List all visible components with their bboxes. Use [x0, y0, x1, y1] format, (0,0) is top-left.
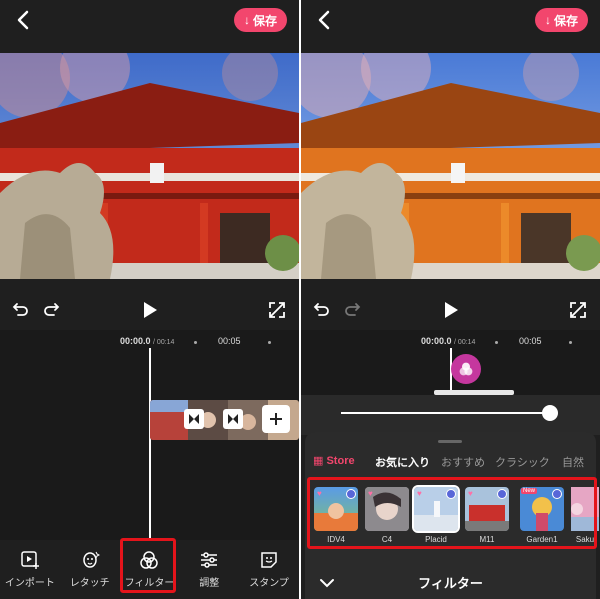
- slider-thumb[interactable]: [542, 405, 558, 421]
- filter-list-highlight: [307, 477, 597, 549]
- sheet-footer: フィルター: [305, 566, 596, 599]
- tool-adjust[interactable]: 調整: [179, 540, 239, 599]
- plus-icon: [270, 413, 282, 425]
- filter-tool-highlight: [120, 538, 176, 593]
- tick-dot: [194, 341, 197, 344]
- tick-dot: [569, 341, 572, 344]
- retouch-icon: [82, 551, 100, 568]
- right-screen: ↓ 保存 00:00.0 / 00:14 00:05 ▦ Store お気に入り…: [301, 0, 600, 599]
- chevron-down-icon[interactable]: [319, 575, 335, 591]
- transition-icon: [228, 414, 238, 424]
- import-icon: [21, 551, 39, 569]
- download-icon: ↓: [243, 13, 250, 27]
- transition-button[interactable]: [223, 409, 243, 429]
- tick-dot: [495, 341, 498, 344]
- temple-photo: [0, 53, 299, 279]
- filter-tabs: ▦ Store お気に入り おすすめ クラシック 自然: [305, 454, 596, 474]
- add-clip-button[interactable]: [262, 405, 290, 433]
- temple-photo-filtered: [301, 53, 600, 279]
- transition-button[interactable]: [184, 409, 204, 429]
- top-bar: ↓ 保存: [0, 0, 299, 50]
- undo-icon[interactable]: [313, 301, 331, 319]
- fullscreen-icon[interactable]: [569, 301, 587, 319]
- intensity-slider[interactable]: [301, 395, 600, 435]
- undo-icon[interactable]: [12, 301, 30, 319]
- play-icon[interactable]: [442, 300, 460, 320]
- store-icon: ▦: [313, 455, 324, 467]
- back-icon[interactable]: [12, 8, 36, 32]
- video-preview-filtered: [301, 53, 600, 279]
- tool-retouch[interactable]: レタッチ: [60, 540, 120, 599]
- tab-favorites[interactable]: お気に入り: [375, 454, 430, 470]
- sticker-icon: [261, 552, 277, 568]
- transition-icon: [189, 414, 199, 424]
- timeline[interactable]: 00:00.0 / 00:14 00:05: [301, 330, 600, 395]
- tab-classic[interactable]: クラシック: [495, 454, 550, 470]
- tab-store[interactable]: ▦ Store: [313, 454, 355, 467]
- timecode: 00:00.0 / 00:14: [421, 336, 476, 346]
- playback-controls: [0, 298, 299, 324]
- save-button[interactable]: ↓ 保存: [534, 8, 588, 32]
- sheet-grip[interactable]: [438, 440, 462, 443]
- tool-sticker[interactable]: スタンプ: [239, 540, 299, 599]
- play-icon[interactable]: [141, 300, 159, 320]
- playhead[interactable]: [149, 348, 151, 540]
- fullscreen-icon[interactable]: [268, 301, 286, 319]
- tab-recommended[interactable]: おすすめ: [441, 454, 485, 470]
- timecode: 00:00.0 / 00:14: [120, 336, 175, 346]
- tab-nature[interactable]: 自然: [562, 454, 584, 470]
- timeline[interactable]: 00:00.0 / 00:14 00:05: [0, 330, 299, 540]
- redo-icon[interactable]: [343, 301, 361, 319]
- filter-clip-marker[interactable]: [451, 354, 481, 384]
- sheet-title: フィルター: [418, 576, 483, 591]
- adjust-icon: [201, 552, 218, 568]
- save-button[interactable]: ↓ 保存: [233, 8, 287, 32]
- back-icon[interactable]: [313, 8, 337, 32]
- filter-icon: [459, 362, 473, 376]
- video-preview: [0, 53, 299, 279]
- slider-track: [341, 412, 551, 414]
- left-screen: ↓ 保存 00:00.0 / 00:14 00:05 インポート レタッチ フィ…: [0, 0, 299, 599]
- time-mark: 00:05: [519, 336, 542, 346]
- download-icon: ↓: [544, 13, 551, 27]
- playback-controls: [301, 298, 600, 324]
- tick-dot: [268, 341, 271, 344]
- redo-icon[interactable]: [42, 301, 60, 319]
- time-mark: 00:05: [218, 336, 241, 346]
- tool-import[interactable]: インポート: [0, 540, 60, 599]
- top-bar: ↓ 保存: [301, 0, 600, 50]
